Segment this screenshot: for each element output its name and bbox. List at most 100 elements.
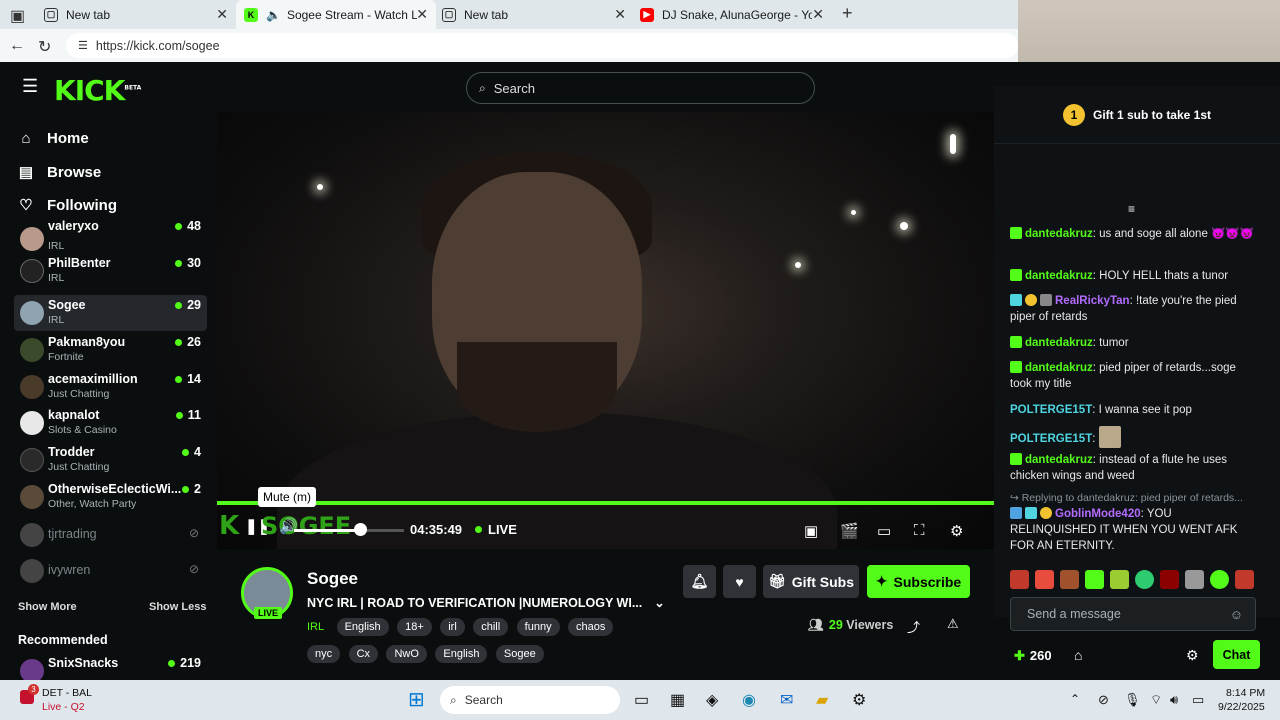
follow-button[interactable]: ♥ (723, 565, 756, 598)
chat-settings-icon[interactable]: ⚙ (1186, 647, 1199, 664)
clock-time[interactable]: 8:14 PM (1226, 687, 1265, 699)
tag-chip[interactable]: chaos (568, 618, 614, 636)
sidebar-channel-tjrtrading[interactable]: tjrtrading ⊘ (14, 517, 207, 553)
fullscreen-icon[interactable]: ⛶ (914, 522, 925, 539)
report-icon[interactable]: ⚠ (947, 616, 959, 632)
emote-icon[interactable] (1160, 570, 1179, 589)
sidebar-channel-trodder[interactable]: Trodder Just Chatting 4 (14, 442, 207, 478)
sidebar-channel-valeryxo[interactable]: valeryxo IRL 48 (14, 219, 207, 257)
emote-icon[interactable] (1235, 570, 1254, 589)
tag-chip[interactable]: 18+ (397, 618, 432, 636)
emote-icon[interactable] (1185, 570, 1204, 589)
miniplayer-icon[interactable]: ▣ (804, 522, 818, 540)
clip-icon[interactable]: 🎬 (840, 522, 859, 540)
menu-icon[interactable]: ☰ (22, 76, 38, 97)
reply-context[interactable]: ↪ Replying to dantedakruz: pied piper of… (1010, 490, 1260, 506)
emote-icon[interactable] (1135, 570, 1154, 589)
gift-subs-button[interactable]: 🎁︎ Gift Subs (763, 565, 859, 598)
pinned-gift-banner[interactable]: 1 Gift 1 sub to take 1st (994, 86, 1280, 144)
tag-chip[interactable]: nyc (307, 645, 341, 663)
new-tab-icon[interactable]: + (842, 3, 853, 24)
nav-home[interactable]: ⌂ Home (18, 130, 88, 147)
kick-logo[interactable]: KICKBETA (54, 74, 141, 107)
wifi-icon[interactable]: ⌔ (1150, 692, 1162, 708)
tag-chip[interactable]: English (336, 618, 389, 636)
chevron-down-icon[interactable]: ⌄ (654, 596, 664, 610)
tag-chip[interactable]: chill (473, 618, 509, 636)
chat-filter-icon[interactable]: ≡ (1128, 202, 1135, 216)
emoji-icon[interactable]: ☺ (1230, 607, 1243, 622)
url-field[interactable]: ☰ https://kick.com/sogee (66, 33, 1018, 58)
live-indicator[interactable]: LIVE (475, 522, 517, 537)
show-less-link[interactable]: Show Less (149, 601, 206, 613)
sidebar-channel-acemaximillion[interactable]: acemaximillion Just Chatting 14 (14, 369, 207, 405)
task-view-icon[interactable]: ▭ (634, 690, 649, 710)
close-tab-icon[interactable]: ✕ (216, 6, 228, 23)
tray-chevron-icon[interactable]: ⌃ (1070, 692, 1080, 706)
store-icon[interactable]: ⌂ (1074, 647, 1082, 663)
tag-chip[interactable]: English (435, 645, 488, 663)
sidebar-channel-sogee[interactable]: Sogee IRL 29 (14, 295, 207, 331)
nav-browse[interactable]: ▤ Browse (18, 163, 101, 182)
edge-browser-icon[interactable]: ◉ (742, 690, 756, 710)
site-info-icon[interactable]: ☰ (78, 39, 88, 52)
clock-date[interactable]: 9/22/2025 (1218, 701, 1265, 713)
back-icon[interactable]: ← (9, 37, 25, 55)
app-icon[interactable]: ⚙ (852, 690, 866, 710)
video-player[interactable] (217, 112, 994, 549)
store-app-icon[interactable]: ▦ (670, 690, 685, 710)
emote-icon[interactable] (1210, 570, 1229, 589)
tab-audio-icon[interactable]: 🔈 (266, 8, 281, 22)
settings-gear-icon[interactable]: ⚙ (950, 522, 963, 540)
streamer-name[interactable]: Sogee (307, 569, 358, 589)
sidebar-channel-otherwiseeclectic[interactable]: OtherwiseEclecticWi... Other, Watch Part… (14, 479, 207, 515)
theater-mode-icon[interactable]: ▭ (877, 522, 891, 540)
volume-knob[interactable] (354, 523, 367, 536)
microphone-icon[interactable]: 🎙︎ (1124, 692, 1141, 708)
speaker-icon[interactable]: 🔊︎ (1170, 692, 1178, 708)
emote-icon[interactable] (1035, 570, 1054, 589)
emote-icon[interactable] (1085, 570, 1104, 589)
reload-icon[interactable]: ↻ (38, 37, 51, 57)
taskbar-search[interactable]: ⌕ Search (440, 686, 620, 714)
close-tab-icon[interactable]: ✕ (416, 6, 428, 23)
sidebar-channel-pakman8you[interactable]: Pakman8you Fortnite 26 (14, 332, 207, 368)
tab-sogee[interactable]: K 🔈 Sogee Stream - Watch Live o ✕ (236, 0, 436, 29)
windows-start-icon[interactable]: ⊞ (408, 687, 425, 712)
volume-slider[interactable] (294, 529, 404, 532)
share-icon[interactable]: ⤴ (907, 617, 920, 636)
show-more-link[interactable]: Show More (18, 601, 77, 613)
file-explorer-icon[interactable]: ▰ (816, 690, 828, 710)
tag-chip[interactable]: irl (440, 618, 465, 636)
volume-icon[interactable]: 🔊 (279, 517, 298, 535)
app-icon[interactable]: ◈ (706, 690, 718, 710)
close-tab-icon[interactable]: ✕ (812, 6, 824, 23)
weather-widget[interactable]: 3 DET - BAL Live - Q2 (20, 684, 140, 714)
tag-chip[interactable]: Cx (348, 645, 379, 663)
sidebar-channel-philbenter[interactable]: PhilBenter IRL 30 (14, 253, 207, 289)
tab-actions-icon[interactable]: ▣ (10, 6, 25, 26)
channel-points[interactable]: ✚ 260 (1014, 648, 1052, 664)
close-tab-icon[interactable]: ✕ (614, 6, 626, 23)
tab-new-1[interactable]: ▢ New tab ✕ (36, 0, 236, 29)
subscribe-button[interactable]: ✦ Subscribe (867, 565, 970, 598)
tab-new-2[interactable]: ▢ New tab ✕ (434, 0, 634, 29)
chat-send-button[interactable]: Chat (1213, 640, 1260, 669)
sidebar-channel-kapnalot[interactable]: kapnalot Slots & Casino 11 (14, 405, 207, 441)
emote-icon[interactable] (1010, 570, 1029, 589)
emote-icon[interactable] (1060, 570, 1079, 589)
battery-icon[interactable]: ▭ (1192, 692, 1204, 708)
chat-input[interactable]: Send a message ☺ (1010, 597, 1256, 631)
sidebar-channel-ivywren[interactable]: ivywren ⊘ (14, 553, 207, 589)
tag-chip[interactable]: Sogee (495, 645, 544, 663)
tray-app-icon[interactable]: ⊘ (1098, 692, 1109, 708)
emote-icon[interactable] (1110, 570, 1129, 589)
outlook-icon[interactable]: ✉ (780, 690, 793, 710)
tab-youtube[interactable]: ▶ DJ Snake, AlunaGeorge - You Kno ✕ (632, 0, 832, 29)
tag-chip[interactable]: funny (516, 618, 560, 636)
tag-chip[interactable]: NwO (386, 645, 427, 663)
search-input[interactable]: ⌕ Search (466, 72, 815, 104)
notifications-button[interactable]: 🔔︎ (683, 565, 716, 598)
nav-following[interactable]: ♡ Following (18, 196, 117, 215)
category-link[interactable]: IRL (307, 618, 324, 636)
